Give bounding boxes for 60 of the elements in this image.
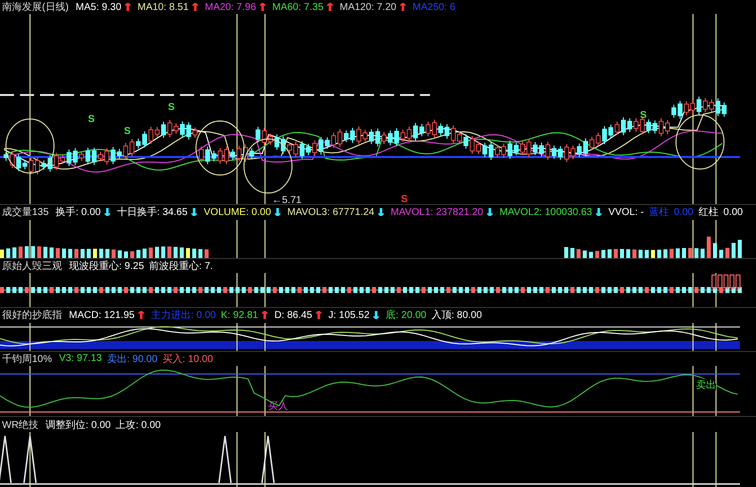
sell-signal-label: 卖出 [696,380,716,392]
trend-arrow: ↑ [260,308,270,322]
indicator-value: 入顶: 80.00 [431,308,482,322]
trend-arrow: ↓ [102,206,112,219]
indicator-value: 现波段重心: 9.25 [69,260,144,273]
chart-title: 南海发展(日线) [2,0,69,14]
trend-arrow: ↑ [190,0,200,14]
trend-arrow: ↑ [398,0,408,14]
indicator-value: D: 86.45 [274,310,312,321]
indicator-value: 底: 20.00 [386,308,426,322]
indicator-value: MA10: 8.51 [137,2,189,12]
indicator-value: 上攻: 0.00 [116,418,161,432]
indicator-value: MAVOL1: 237821.20 [390,206,484,218]
indicator-value: MA250: 6 [412,2,456,12]
indicator-value: 买入: 10.00 [162,352,214,366]
trend-arrow: ↓ [594,206,604,219]
trend-arrow: ↑ [258,0,268,14]
indicator-value: J: 105.52 [328,310,370,321]
indicator-value: 前波段重心: 7. [149,260,213,273]
signal-marker: S [401,194,408,204]
indicator-value: MAVOL3: 67771.24 [287,206,374,218]
buy-signal-label: 买入 [268,401,288,412]
indicator-value: 红柱 [698,206,718,220]
panel-title: 很好的抄底指 [2,308,62,322]
indicator-value: MA60: 7.35 [272,2,324,12]
indicator-value: MAVOL2: 100030.63 [499,206,592,218]
trend-arrow: ↑ [314,308,324,322]
indicator-value: 蓝柱 [648,206,669,220]
indicator-value: K: 92.81 [220,310,258,321]
indicator-value: 卖出: 90.00 [106,352,158,366]
panel-title: WR绝技 [2,418,39,432]
indicator-value: MA5: 9.30 [76,2,122,12]
panel-title: 原始人毁三观 [2,260,62,273]
indicator-value: VOLUME: 0.00 [204,206,272,218]
trend-arrow: ↑ [136,308,146,322]
trend-arrow: ↑ [123,0,132,14]
trend-arrow: ↓ [273,206,282,219]
panel-title: 千钧周10% [2,352,52,366]
indicator-value: 0.00 [674,206,694,218]
trend-arrow: ↓ [485,206,494,219]
indicator-value: MACD: 121.95 [69,310,135,321]
indicator-value: VVOL: - [608,206,644,218]
indicator-value: V3: 97.13 [59,353,102,364]
price-label: ←5.71 [272,195,302,204]
indicator-value: 十日换手: 34.65 [116,206,188,220]
trend-arrow: ↑ [325,0,335,14]
panel-title: 成交量135 [2,206,49,220]
indicator-value: 主力进出: 0.00 [150,308,216,322]
signal-marker: S [88,114,95,125]
trend-arrow: ↓ [376,206,386,219]
indicator-value: 0.00 [723,206,743,218]
signal-marker: S [640,110,647,121]
trend-arrow: ↓ [190,206,199,219]
indicator-value: MA20: 7.96 [204,2,256,12]
indicator-value: 调整到位: 0.00 [46,418,111,432]
trend-arrow: ↓ [372,308,381,322]
signal-marker: S [124,126,131,137]
indicator-value: MA120: 7.20 [340,2,396,12]
indicator-value: 换手: 0.00 [56,206,101,220]
signal-marker: S [168,102,175,113]
